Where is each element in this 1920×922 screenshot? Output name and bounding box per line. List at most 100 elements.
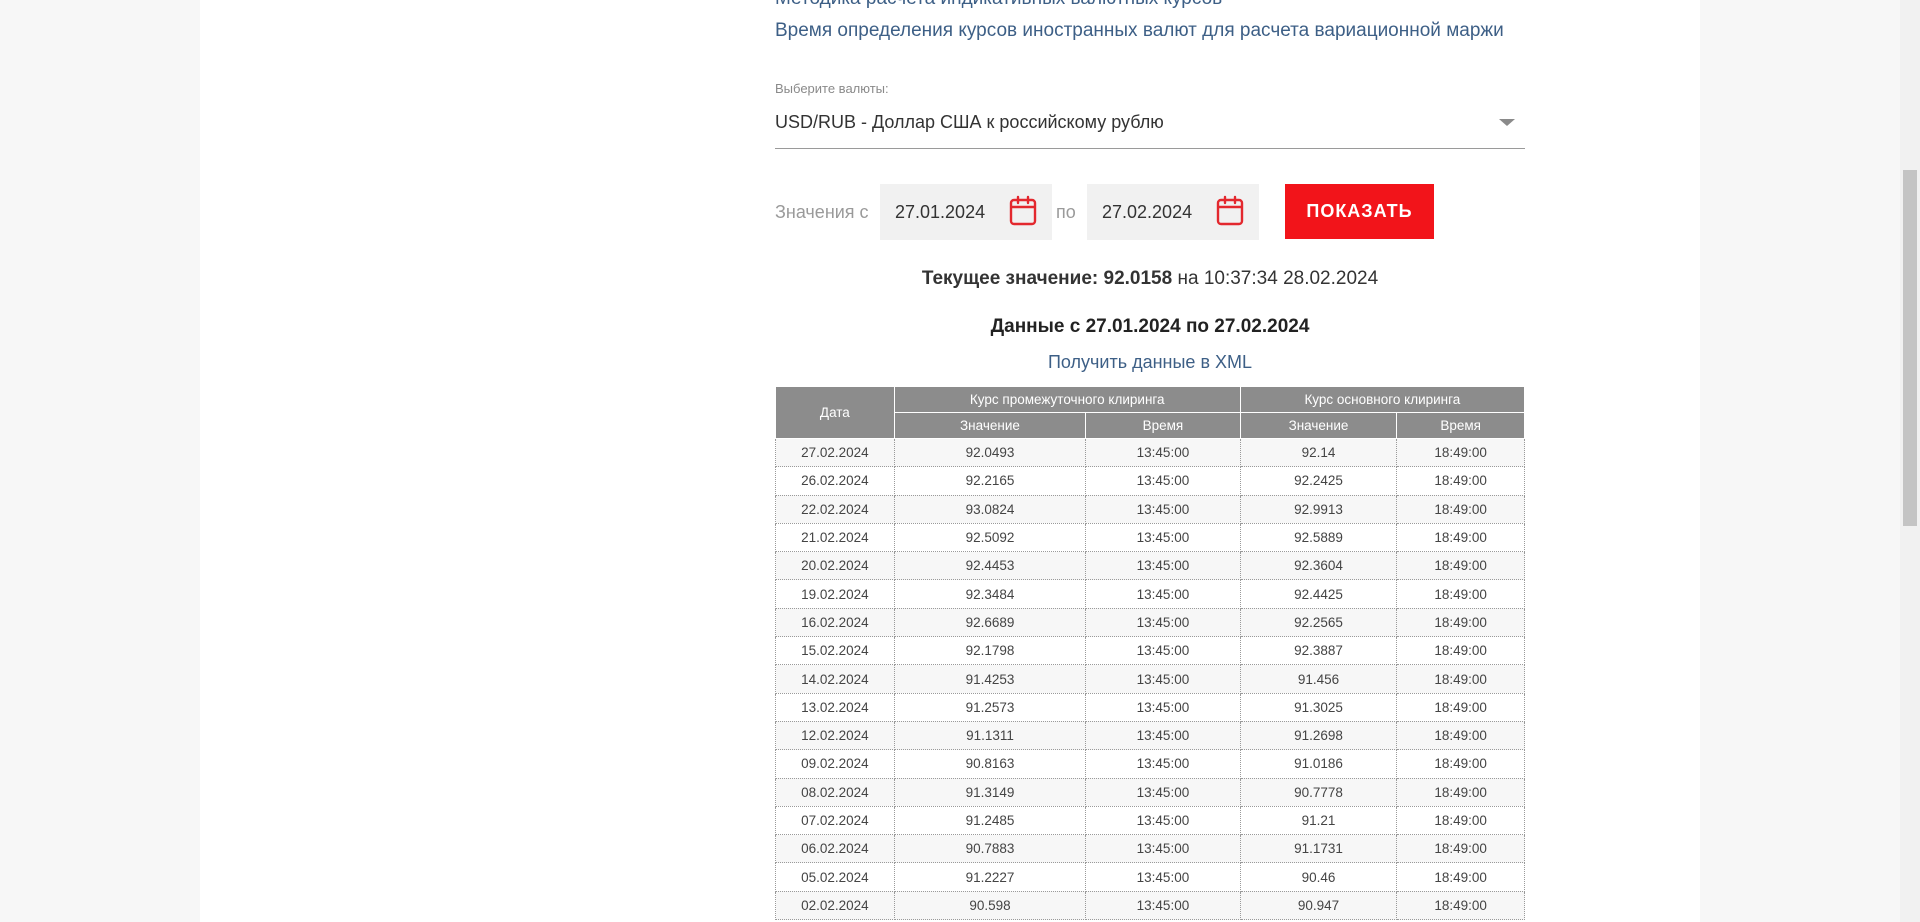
cell-interim-value: 91.3149 [893, 777, 1087, 807]
cell-interim-time: 13:45:00 [1085, 720, 1241, 751]
cell-interim-time: 13:45:00 [1085, 834, 1241, 864]
cell-interim-time: 13:45:00 [1085, 805, 1241, 836]
cell-interim-time: 13:45:00 [1085, 749, 1241, 779]
cell-interim-value: 91.4253 [893, 664, 1087, 694]
table-row: 13.02.2024 91.2573 13:45:00 91.3025 18:49:00 [775, 692, 1525, 722]
cell-interim-value: 90.7883 [893, 834, 1087, 864]
cell-interim-time: 13:45:00 [1085, 522, 1241, 553]
cell-main-value: 91.21 [1239, 805, 1398, 836]
cell-main-value: 92.2425 [1239, 466, 1398, 496]
methodology-link[interactable]: Методика расчета индикативных валютных к… [775, 0, 1222, 10]
margin-time-link[interactable]: Время определения курсов иностранных вал… [775, 20, 1504, 42]
current-value-label: Текущее значение: [921, 268, 1099, 289]
cell-main-time: 18:49:00 [1396, 664, 1525, 694]
cell-interim-time: 13:45:00 [1085, 579, 1241, 609]
cell-interim-value: 92.1798 [893, 636, 1087, 666]
cell-interim-value: 90.598 [893, 890, 1087, 921]
calendar-icon[interactable] [1215, 195, 1245, 227]
cell-main-value: 92.3887 [1239, 636, 1398, 666]
date-to-label: по [1056, 202, 1076, 222]
scrollbar-thumb[interactable] [1903, 170, 1917, 526]
cell-main-value: 91.1731 [1239, 834, 1398, 864]
table-row: 05.02.2024 91.2227 13:45:00 90.46 18:49:00 [775, 862, 1525, 892]
col-interim-time-header: Время [1085, 412, 1241, 439]
cell-interim-value: 90.8163 [893, 749, 1087, 779]
show-button[interactable]: ПОКАЗАТЬ [1285, 184, 1434, 239]
date-from-label: Значения с [775, 202, 869, 222]
xml-link-container: Получить данные в XML [775, 352, 1525, 373]
cell-main-value: 92.2565 [1239, 607, 1398, 638]
cell-date: 07.02.2024 [775, 805, 895, 836]
cell-interim-time: 13:45:00 [1085, 494, 1241, 524]
cell-date: 02.02.2024 [775, 890, 895, 921]
date-from-input[interactable]: 27.01.2024 [880, 184, 1052, 240]
cell-interim-time: 13:45:00 [1085, 862, 1241, 892]
cell-main-time: 18:49:00 [1396, 805, 1525, 836]
cell-main-time: 18:49:00 [1396, 862, 1525, 892]
table-row: 20.02.2024 92.4453 13:45:00 92.3604 18:49:00 [775, 551, 1525, 581]
cell-date: 08.02.2024 [775, 777, 895, 807]
cell-main-time: 18:49:00 [1396, 692, 1525, 722]
currency-select[interactable]: USD/RUB - Доллар США к российскому рублю [775, 106, 1525, 149]
cell-main-time: 18:49:00 [1396, 522, 1525, 553]
date-to-input[interactable]: 27.02.2024 [1087, 184, 1259, 240]
cell-main-time: 18:49:00 [1396, 607, 1525, 638]
cell-main-time: 18:49:00 [1396, 494, 1525, 524]
cell-main-time: 18:49:00 [1396, 466, 1525, 496]
table-row: 19.02.2024 92.3484 13:45:00 92.4425 18:49:00 [775, 579, 1525, 609]
cell-main-time: 18:49:00 [1396, 551, 1525, 581]
cell-main-value: 91.0186 [1239, 749, 1398, 779]
cell-main-value: 92.14 [1239, 437, 1398, 468]
cell-interim-value: 92.3484 [893, 579, 1087, 609]
col-date-header: Дата [775, 386, 895, 439]
cell-interim-value: 92.4453 [893, 551, 1087, 581]
cell-interim-value: 92.2165 [893, 466, 1087, 496]
cell-main-value: 90.7778 [1239, 777, 1398, 807]
cell-main-time: 18:49:00 [1396, 749, 1525, 779]
cell-main-value: 90.947 [1239, 890, 1398, 921]
cell-interim-value: 91.2227 [893, 862, 1087, 892]
cell-interim-time: 13:45:00 [1085, 890, 1241, 921]
cell-date: 16.02.2024 [775, 607, 895, 638]
page-container: Методика расчета индикативных валютных к… [200, 0, 1700, 922]
cell-interim-time: 13:45:00 [1085, 551, 1241, 581]
date-to-value: 27.02.2024 [1102, 202, 1193, 222]
xml-download-link[interactable]: Получить данные в XML [1048, 352, 1252, 372]
cell-interim-time: 13:45:00 [1085, 607, 1241, 638]
cell-main-time: 18:49:00 [1396, 636, 1525, 666]
cell-main-time: 18:49:00 [1396, 579, 1525, 609]
cell-date: 21.02.2024 [775, 522, 895, 553]
table-row: 21.02.2024 92.5092 13:45:00 92.5889 18:49:00 [775, 522, 1525, 553]
cell-main-time: 18:49:00 [1396, 437, 1525, 468]
cell-date: 06.02.2024 [775, 834, 895, 864]
cell-interim-value: 92.5092 [893, 522, 1087, 553]
cell-date: 15.02.2024 [775, 636, 895, 666]
table-row: 15.02.2024 92.1798 13:45:00 92.3887 18:49:00 [775, 636, 1525, 666]
cell-main-value: 92.3604 [1239, 551, 1398, 581]
table-row: 12.02.2024 91.1311 13:45:00 91.2698 18:49:00 [775, 720, 1525, 751]
col-interim-value-header: Значение [893, 412, 1087, 439]
table-row: 26.02.2024 92.2165 13:45:00 92.2425 18:49:00 [775, 466, 1525, 496]
col-main-group-header: Курс основного клиринга [1239, 386, 1526, 413]
cell-main-value: 91.3025 [1239, 692, 1398, 722]
current-value-on: на [1177, 268, 1199, 289]
calendar-icon[interactable] [1008, 195, 1038, 227]
cell-interim-time: 13:45:00 [1085, 777, 1241, 807]
cell-main-value: 90.46 [1239, 862, 1398, 892]
page-scrollbar[interactable] [1900, 0, 1920, 922]
table-row: 07.02.2024 91.2485 13:45:00 91.21 18:49:00 [775, 805, 1525, 836]
cell-date: 13.02.2024 [775, 692, 895, 722]
caret-down-icon [1499, 119, 1515, 126]
rates-table: Дата Курс промежуточного клиринга Курс о… [775, 386, 1526, 921]
cell-interim-time: 13:45:00 [1085, 437, 1241, 468]
currency-select-value: USD/RUB - Доллар США к российскому рублю [775, 112, 1164, 132]
cell-main-time: 18:49:00 [1396, 777, 1525, 807]
table-row: 16.02.2024 92.6689 13:45:00 92.2565 18:49:00 [775, 607, 1525, 638]
cell-date: 12.02.2024 [775, 720, 895, 751]
cell-date: 22.02.2024 [775, 494, 895, 524]
cell-interim-time: 13:45:00 [1085, 664, 1241, 694]
col-interim-group-header: Курс промежуточного клиринга [893, 386, 1241, 413]
cell-interim-value: 92.6689 [893, 607, 1087, 638]
cell-main-time: 18:49:00 [1396, 890, 1525, 921]
cell-main-value: 91.456 [1239, 664, 1398, 694]
